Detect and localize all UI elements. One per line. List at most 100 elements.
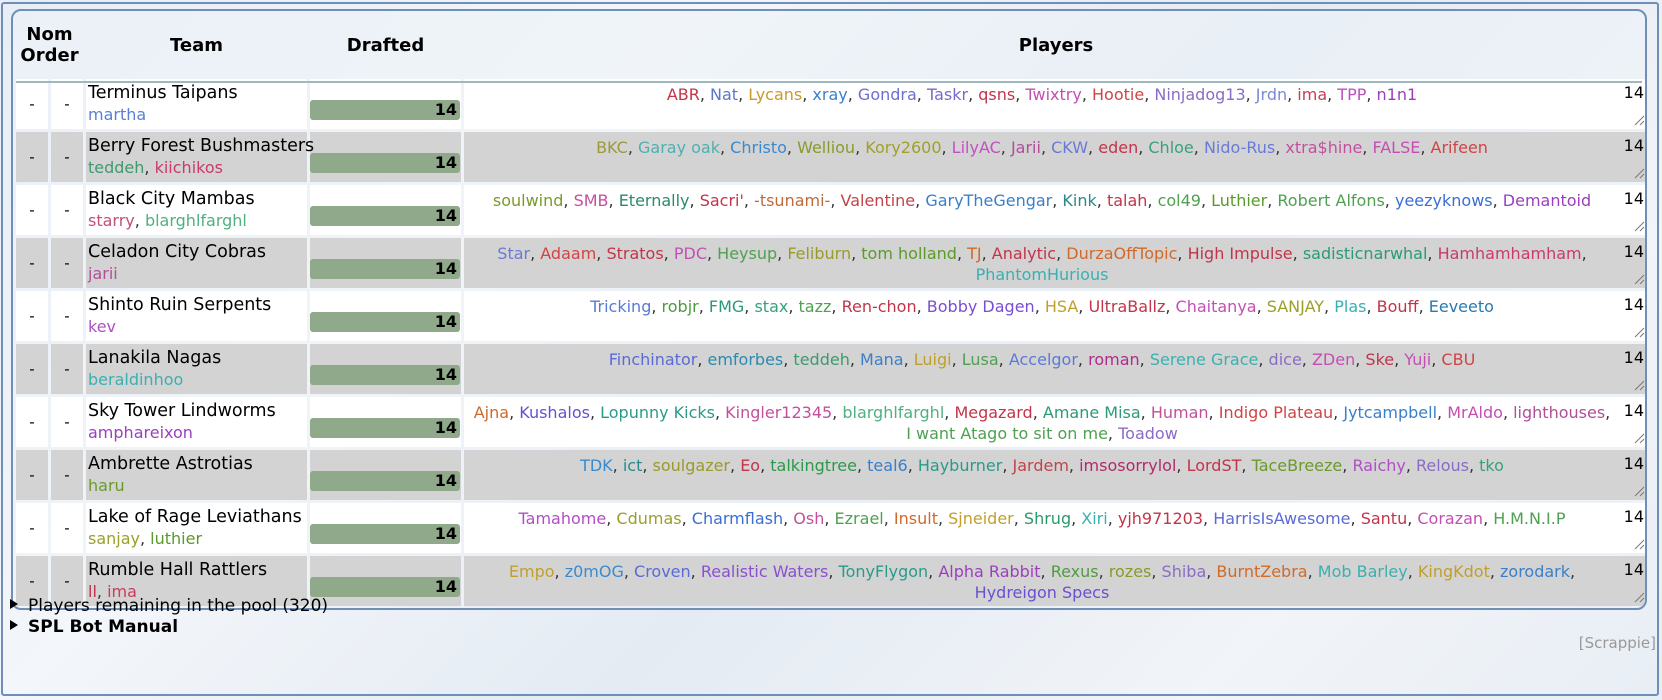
player-name[interactable]: -tsunami- [754, 191, 830, 210]
player-name[interactable]: Santu [1361, 509, 1408, 528]
player-name[interactable]: talkingtree [770, 456, 857, 475]
player-name[interactable]: Twixtry [1025, 85, 1081, 104]
player-name[interactable]: Raichy [1352, 456, 1405, 475]
player-name[interactable]: Ninjadog13 [1154, 85, 1245, 104]
player-name[interactable]: Tricking [590, 297, 651, 316]
resize-grip-icon[interactable] [1633, 220, 1645, 232]
player-name[interactable]: Gondra [858, 85, 917, 104]
player-name[interactable]: Sjneider [948, 509, 1014, 528]
player-name[interactable]: roman [1088, 350, 1140, 369]
player-name[interactable]: ima [1297, 85, 1327, 104]
player-name[interactable]: Jardem [1013, 456, 1069, 475]
player-name[interactable]: lighthouses [1513, 403, 1605, 422]
player-name[interactable]: Finchinator [609, 350, 698, 369]
player-name[interactable]: Hayburner [918, 456, 1002, 475]
player-name[interactable]: Chloe [1148, 138, 1193, 157]
player-name[interactable]: z0mOG [565, 562, 624, 581]
player-name[interactable]: Kink [1062, 191, 1096, 210]
player-name[interactable]: HarrisIsAwesome [1213, 509, 1350, 528]
player-name[interactable]: BKC [596, 138, 628, 157]
player-name[interactable]: teddeh [793, 350, 849, 369]
player-name[interactable]: SANJAY [1267, 297, 1324, 316]
player-name[interactable]: TJ [967, 244, 982, 263]
player-name[interactable]: TDK [580, 456, 613, 475]
coach-name[interactable]: martha [88, 105, 146, 124]
player-name[interactable]: emforbes [707, 350, 783, 369]
coach-name[interactable]: luthier [150, 529, 202, 548]
player-name[interactable]: TonyFlygon [839, 562, 929, 581]
player-name[interactable]: CKW [1051, 138, 1088, 157]
player-name[interactable]: Jarii [1011, 138, 1041, 157]
player-name[interactable]: GaryTheGengar [925, 191, 1052, 210]
resize-grip-icon[interactable] [1633, 485, 1645, 497]
player-name[interactable]: Realistic Waters [701, 562, 829, 581]
coach-name[interactable]: jarii [88, 264, 118, 283]
player-name[interactable]: Hamhamhamham [1438, 244, 1582, 263]
player-name[interactable]: Lopunny Kicks [600, 403, 715, 422]
player-name[interactable]: Heysup [717, 244, 777, 263]
player-name[interactable]: DurzaOffTopic [1066, 244, 1177, 263]
player-name[interactable]: Kingler12345 [725, 403, 832, 422]
player-name[interactable]: Chaitanya [1176, 297, 1257, 316]
player-name[interactable]: Star [497, 244, 530, 263]
player-name[interactable]: Empo [509, 562, 555, 581]
player-name[interactable]: Lycans [748, 85, 802, 104]
player-name[interactable]: FALSE [1372, 138, 1420, 157]
player-name[interactable]: soulwind [493, 191, 564, 210]
player-name[interactable]: Arifeen [1431, 138, 1488, 157]
player-name[interactable]: ict [623, 456, 643, 475]
player-name[interactable]: soulgazer [653, 456, 731, 475]
player-name[interactable]: Eeveeto [1429, 297, 1494, 316]
coach-name[interactable]: starry [88, 211, 135, 230]
player-name[interactable]: teal6 [867, 456, 908, 475]
player-name[interactable]: Nat [710, 85, 738, 104]
player-name[interactable]: BurntZebra [1216, 562, 1307, 581]
player-name[interactable]: SMB [574, 191, 609, 210]
player-name[interactable]: talah [1107, 191, 1147, 210]
player-name[interactable]: Plas [1334, 297, 1366, 316]
player-name[interactable]: Osh [793, 509, 824, 528]
player-name[interactable]: eden [1098, 138, 1138, 157]
player-name[interactable]: Nido-Rus [1204, 138, 1275, 157]
resize-grip-icon[interactable] [1633, 273, 1645, 285]
player-name[interactable]: Luigi [914, 350, 952, 369]
player-name[interactable]: Accelgor [1009, 350, 1078, 369]
player-name[interactable]: Kushalos [519, 403, 590, 422]
player-name[interactable]: ZDen [1312, 350, 1355, 369]
player-name[interactable]: UltraBallz [1088, 297, 1165, 316]
coach-name[interactable]: haru [88, 476, 125, 495]
player-name[interactable]: yjh971203 [1118, 509, 1203, 528]
player-name[interactable]: LordST [1187, 456, 1242, 475]
player-name[interactable]: Shrug [1024, 509, 1071, 528]
player-name[interactable]: Jrdn [1256, 85, 1287, 104]
player-name[interactable]: H.M.N.I.P [1493, 509, 1565, 528]
player-name[interactable]: xtra$hine [1285, 138, 1362, 157]
player-name[interactable]: Toadow [1118, 424, 1178, 443]
player-name[interactable]: ABR [667, 85, 700, 104]
player-name[interactable]: stax [754, 297, 788, 316]
pool-disclosure[interactable]: Players remaining in the pool (320) [10, 596, 328, 617]
coach-name[interactable]: kiichikos [155, 158, 223, 177]
player-name[interactable]: Alpha Rabbit [938, 562, 1040, 581]
player-name[interactable]: Ezrael [835, 509, 884, 528]
player-name[interactable]: TPP [1337, 85, 1366, 104]
player-name[interactable]: Jytcampbell [1343, 403, 1437, 422]
coach-name[interactable]: kev [88, 317, 116, 336]
player-name[interactable]: Megazard [954, 403, 1032, 422]
player-name[interactable]: Feliburn [787, 244, 851, 263]
player-name[interactable]: Rexus [1051, 562, 1099, 581]
resize-grip-icon[interactable] [1633, 538, 1645, 550]
player-name[interactable]: PhantomHurious [976, 265, 1109, 284]
resize-grip-icon[interactable] [1633, 326, 1645, 338]
player-name[interactable]: dice [1269, 350, 1302, 369]
player-name[interactable]: Insult [894, 509, 938, 528]
resize-grip-icon[interactable] [1633, 167, 1645, 179]
coach-name[interactable]: amphareixon [88, 423, 193, 442]
player-name[interactable]: I want Atago to sit on me [906, 424, 1108, 443]
player-name[interactable]: Sacri' [700, 191, 744, 210]
player-name[interactable]: zorodark [1500, 562, 1570, 581]
player-name[interactable]: Ske [1365, 350, 1394, 369]
player-name[interactable]: HSA [1045, 297, 1078, 316]
player-name[interactable]: qsns [978, 85, 1015, 104]
player-name[interactable]: sadisticnarwhal [1303, 244, 1428, 263]
